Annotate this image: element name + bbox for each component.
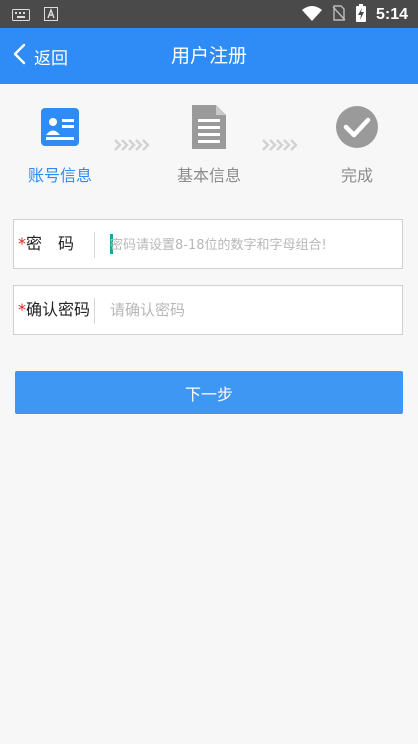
step-label: 基本信息: [176, 166, 241, 185]
confirm-password-label: *确认密码: [18, 286, 90, 334]
required-mark: *: [18, 300, 26, 319]
step-arrows: [114, 138, 154, 152]
wifi-icon: [301, 5, 322, 25]
no-sim-icon: [332, 5, 346, 25]
battery-charging-icon: [355, 4, 366, 26]
step-complete: 完成: [307, 104, 407, 186]
step-account-info: 账号信息: [10, 104, 110, 186]
document-icon: [192, 105, 226, 153]
status-bar: 5:14: [0, 0, 418, 28]
password-label: *密 码: [18, 220, 74, 268]
required-mark: *: [18, 234, 26, 253]
confirm-password-field-row: *确认密码: [13, 285, 403, 335]
password-input[interactable]: [110, 220, 396, 268]
step-label: 账号信息: [27, 166, 92, 185]
confirm-password-input[interactable]: [110, 286, 396, 334]
a-badge-icon: [44, 6, 58, 25]
next-step-button[interactable]: 下一步: [15, 371, 403, 414]
id-card-icon: [41, 108, 79, 150]
back-label: 返回: [34, 48, 68, 69]
chevron-left-icon: [12, 43, 26, 69]
keyboard-icon: [12, 6, 30, 25]
field-divider: [94, 232, 95, 258]
step-arrows: [262, 138, 302, 152]
password-label-text: 密 码: [26, 234, 75, 253]
app-bar: 返回 用户注册: [0, 28, 418, 84]
step-basic-info: 基本信息: [159, 104, 259, 186]
back-button[interactable]: 返回: [12, 28, 68, 84]
step-label: 完成: [340, 166, 373, 185]
confirm-password-label-text: 确认密码: [26, 300, 91, 319]
field-divider: [94, 298, 95, 324]
status-time: 5:14: [375, 6, 408, 23]
step-indicator: 账号信息 基本信息 完成: [0, 104, 418, 194]
check-circle-icon: [335, 105, 379, 153]
password-field-row: *密 码: [13, 219, 403, 269]
